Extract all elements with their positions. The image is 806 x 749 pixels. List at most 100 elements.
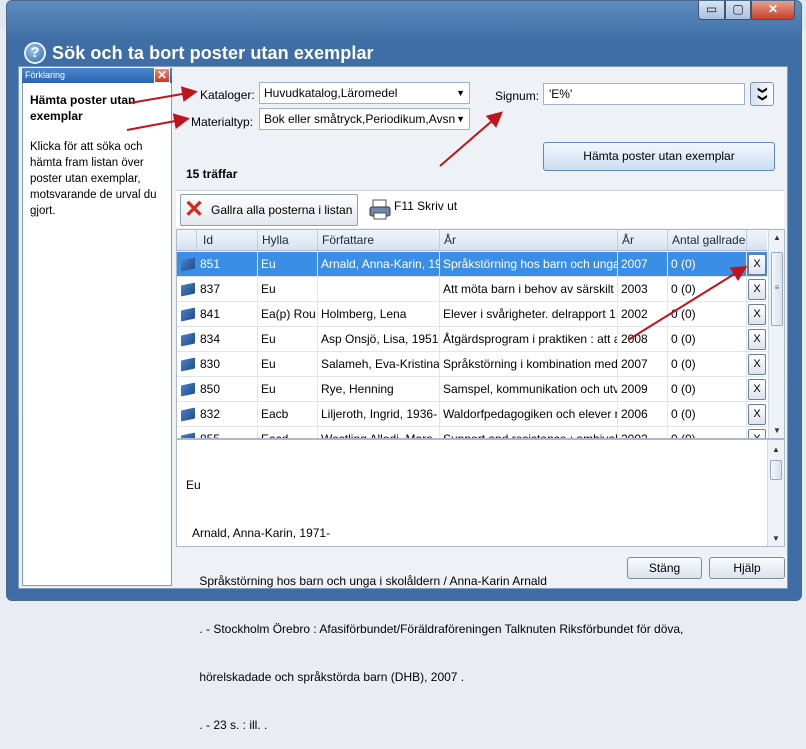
delete-row-button[interactable]: X bbox=[748, 354, 766, 375]
cell-ar: 2008 bbox=[618, 327, 668, 352]
cell-id: 850 bbox=[197, 377, 258, 402]
detail-line: hörelskadade och språkstörda barn (DHB),… bbox=[186, 670, 465, 684]
scroll-down-icon[interactable]: ▼ bbox=[773, 426, 781, 435]
delete-row-button[interactable]: X bbox=[748, 254, 766, 275]
cell-antal: 0 (0) bbox=[668, 252, 747, 277]
cell-forfattare: Asp Onsjö, Lisa, 1951- bbox=[318, 327, 440, 352]
table-row[interactable]: 832 Eacb Liljeroth, Ingrid, 1936- Waldorfpe… bbox=[177, 402, 767, 427]
records-table: Id Hylla Författare År År Antal gallrade… bbox=[176, 229, 785, 439]
cell-forfattare: Holmberg, Lena bbox=[318, 302, 440, 327]
cell-id: 832 bbox=[197, 402, 258, 427]
table-row[interactable]: 837Eu Att möta barn i behov av särskilt s… bbox=[177, 277, 767, 302]
chevron-down-icon: ▼ bbox=[456, 114, 465, 124]
detail-scrollbar[interactable]: ▲ ▼ bbox=[767, 440, 784, 546]
cell-antal: 0 (0) bbox=[668, 402, 747, 427]
cell-ar: 2006 bbox=[618, 402, 668, 427]
header-id[interactable]: Id bbox=[197, 230, 258, 251]
cell-forfattare bbox=[318, 277, 440, 302]
cell-id: 837 bbox=[197, 277, 258, 302]
explanation-text: Klicka för att söka och hämta fram lista… bbox=[30, 141, 157, 217]
scroll-thumb[interactable]: ≡ bbox=[771, 252, 783, 326]
explanation-panel-header: Förklaring bbox=[22, 68, 172, 83]
header-antal-gallrade[interactable]: Antal gallrade bbox=[668, 230, 747, 251]
help-circle-icon: ? bbox=[24, 42, 46, 64]
cell-antal: 0 (0) bbox=[668, 302, 747, 327]
materialtyp-value: Bok eller småtryck,Periodikum,Avsn bbox=[264, 112, 456, 126]
header-delete-column bbox=[747, 230, 767, 251]
materialtyp-select[interactable]: Bok eller småtryck,Periodikum,Avsn ▼ bbox=[259, 108, 470, 130]
print-button-label[interactable]: F11 Skriv ut bbox=[394, 199, 457, 213]
table-row[interactable]: 830EuSalameh, Eva-Kristina, 1959-Språkst… bbox=[177, 352, 767, 377]
printer-icon[interactable] bbox=[368, 198, 392, 220]
table-row[interactable]: 851EuArnald, Anna-Karin, 1971-Språkstörn… bbox=[177, 252, 767, 277]
cell-forfattare: Rye, Henning bbox=[318, 377, 440, 402]
delete-row-button[interactable]: X bbox=[748, 429, 766, 438]
table-row[interactable]: 834 Eu Asp Onsjö, Lisa, 1951- Åtgärdsprogra… bbox=[177, 327, 767, 352]
cell-hylla: Ea(p) Rou bbox=[258, 302, 318, 327]
cell-antal: 0 (0) bbox=[668, 377, 747, 402]
fetch-records-button[interactable]: Hämta poster utan exemplar bbox=[543, 142, 775, 171]
cell-titel: Support and resistance : ambivalence bbox=[440, 427, 618, 438]
header-forfattare[interactable]: Författare bbox=[318, 230, 440, 251]
scroll-down-icon[interactable]: ▼ bbox=[772, 534, 780, 543]
delete-row-button[interactable]: X bbox=[748, 279, 766, 300]
cell-titel: Åtgärdsprogram i praktiken : att arbeta bbox=[440, 327, 618, 352]
cell-id: 855 bbox=[197, 427, 258, 438]
book-icon bbox=[181, 332, 195, 347]
cell-hylla: Eu bbox=[258, 352, 318, 377]
table-row[interactable]: 841 Ea(p) Rou Holmberg, Lena Elever i svåri… bbox=[177, 302, 767, 327]
cell-id: 830 bbox=[197, 352, 258, 377]
header-ar[interactable]: År bbox=[618, 230, 668, 251]
book-icon bbox=[181, 257, 195, 272]
signum-label: Signum: bbox=[495, 89, 540, 103]
cell-ar: 2003 bbox=[618, 277, 668, 302]
cell-titel: Språkstörning hos barn och unga i skolål… bbox=[440, 252, 618, 277]
cell-ar: 2002 bbox=[618, 427, 668, 438]
delete-row-button[interactable]: X bbox=[748, 379, 766, 400]
cell-hylla: Eacd bbox=[258, 427, 318, 438]
materialtyp-label: Materialtyp: bbox=[191, 115, 254, 129]
book-icon bbox=[181, 382, 195, 397]
detail-line: Arnald, Anna-Karin, 1971- bbox=[186, 526, 331, 540]
cell-hylla: Eacb bbox=[258, 402, 318, 427]
delete-row-button[interactable]: X bbox=[748, 304, 766, 325]
expand-double-chevron-icon[interactable]: ❯❯ bbox=[750, 82, 774, 106]
detail-line: . - Stockholm Örebro : Afasiförbundet/Fö… bbox=[186, 622, 684, 636]
cell-forfattare: Salameh, Eva-Kristina, 1959- bbox=[318, 352, 440, 377]
close-button[interactable]: Stäng bbox=[627, 557, 702, 579]
katalog-select[interactable]: Huvudkatalog,Läromedel ▼ bbox=[259, 82, 470, 104]
cell-id: 834 bbox=[197, 327, 258, 352]
scroll-thumb[interactable] bbox=[770, 460, 782, 480]
cell-id: 851 bbox=[197, 252, 258, 277]
book-icon bbox=[181, 282, 195, 297]
maximize-button[interactable]: ▢ bbox=[725, 1, 751, 20]
signum-input[interactable]: 'E%' bbox=[543, 83, 745, 105]
table-scrollbar[interactable]: ▲ ≡ ▼ bbox=[768, 230, 784, 438]
weed-all-button[interactable]: Gallra alla posterna i listan bbox=[180, 194, 358, 226]
chevron-down-icon: ▼ bbox=[456, 88, 465, 98]
header-titel-ar[interactable]: År bbox=[440, 230, 618, 251]
cell-antal: 0 (0) bbox=[668, 352, 747, 377]
cell-antal: 0 (0) bbox=[668, 277, 747, 302]
detail-line: . - 23 s. : ill. . bbox=[186, 718, 268, 732]
katalog-value: Huvudkatalog,Läromedel bbox=[264, 86, 398, 100]
scroll-up-icon[interactable]: ▲ bbox=[773, 233, 781, 242]
cell-titel: Elever i svårigheter. delrapport 1, 2 bbox=[440, 302, 618, 327]
cell-titel: Samspel, kommunikation och utveckling bbox=[440, 377, 618, 402]
cell-forfattare: Liljeroth, Ingrid, 1936- bbox=[318, 402, 440, 427]
table-header: Id Hylla Författare År År Antal gallrade bbox=[177, 230, 767, 251]
cell-forfattare: Westling Allodi, Mara bbox=[318, 427, 440, 438]
explanation-close-button[interactable]: ✕ bbox=[154, 68, 170, 83]
cell-ar: 2009 bbox=[618, 377, 668, 402]
delete-row-button[interactable]: X bbox=[748, 404, 766, 425]
table-row[interactable]: 850 Eu Rye, Henning Samspel, kommunikation … bbox=[177, 377, 767, 402]
window-title: Sök och ta bort poster utan exemplar bbox=[52, 43, 374, 63]
close-window-button[interactable]: ✕ bbox=[751, 1, 795, 20]
help-button[interactable]: Hjälp bbox=[709, 557, 785, 579]
table-row[interactable]: 855 Eacd Westling Allodi, Mara Support and … bbox=[177, 427, 767, 438]
minimize-button[interactable]: ▭ bbox=[698, 1, 725, 20]
header-hylla[interactable]: Hylla bbox=[258, 230, 318, 251]
cell-ar: 2007 bbox=[618, 352, 668, 377]
delete-row-button[interactable]: X bbox=[748, 329, 766, 350]
scroll-up-icon[interactable]: ▲ bbox=[772, 445, 780, 454]
